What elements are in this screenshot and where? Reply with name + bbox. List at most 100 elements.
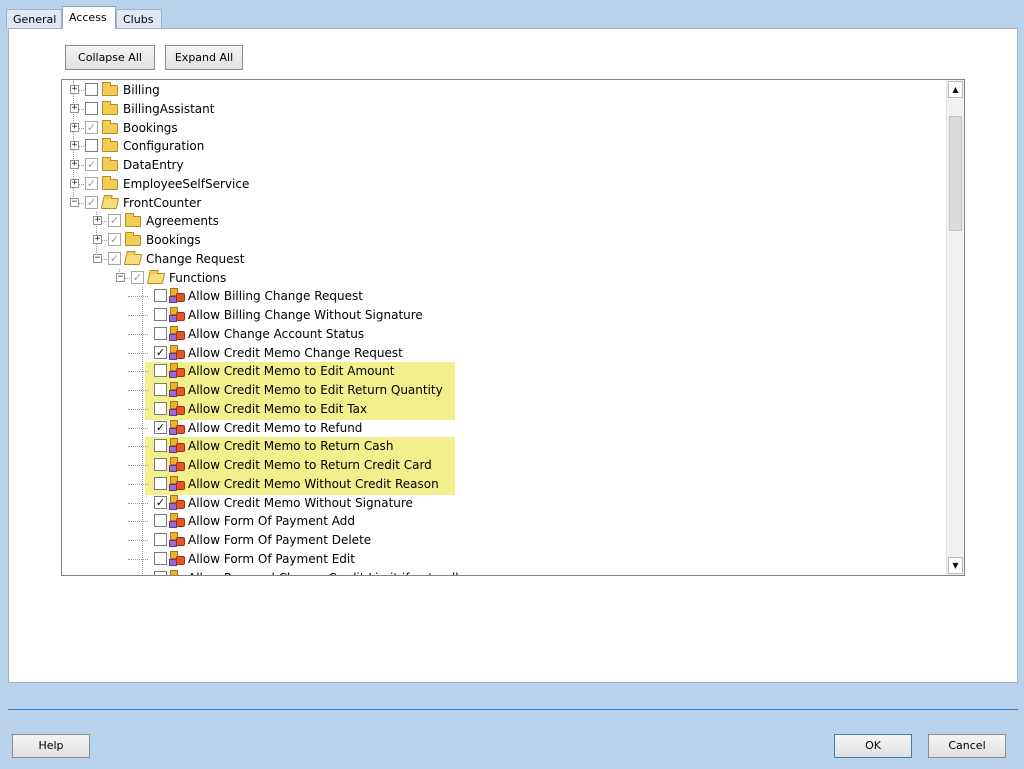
tree-function-row[interactable]: Allow Form Of Payment Delete <box>62 531 942 549</box>
expand-plus-icon[interactable]: + <box>70 122 79 132</box>
function-icon <box>169 307 186 323</box>
permission-checkbox[interactable] <box>154 401 167 415</box>
tree-function-row[interactable]: Allow Credit Memo to Return Cash <box>62 437 942 455</box>
permission-checkbox[interactable] <box>154 551 167 565</box>
help-button[interactable]: Help <box>12 734 90 758</box>
tree-function-row[interactable]: Allow Change Account Status <box>62 325 942 343</box>
expand-all-button[interactable]: Expand All <box>165 45 243 70</box>
tree-function-row[interactable]: ✓ Allow Credit Memo Without Signature <box>62 494 942 512</box>
cancel-button[interactable]: Cancel <box>928 734 1006 758</box>
scroll-down-icon[interactable]: ▼ <box>948 557 963 574</box>
permission-checkbox[interactable] <box>154 570 167 575</box>
permission-checkbox[interactable] <box>154 289 167 303</box>
scroll-up-icon[interactable]: ▲ <box>948 81 963 98</box>
function-icon <box>169 419 186 436</box>
folder-icon <box>102 157 118 171</box>
tree-folder-row[interactable]: − ✓ Functions <box>62 269 942 287</box>
tab-access[interactable]: Access <box>62 6 116 29</box>
permission-checkbox[interactable] <box>154 458 167 471</box>
tree-function-row[interactable]: Allow Form Of Payment Add <box>62 512 942 530</box>
permission-checkbox[interactable] <box>154 533 167 546</box>
expand-plus-icon[interactable]: + <box>93 216 102 226</box>
tree-function-row[interactable]: Allow Personal Change Credit Limit if no… <box>62 569 942 575</box>
folder-open-icon <box>123 253 143 265</box>
tree-folder-row[interactable]: + Billing <box>62 81 942 99</box>
permission-checkbox[interactable] <box>85 83 98 96</box>
tree-item-label: Allow Credit Memo to Return Credit Card <box>188 458 432 472</box>
scroll-thumb[interactable] <box>949 116 962 231</box>
permissions-tree[interactable]: + Billing + BillingAssistant + ✓ Bookings + Conf… <box>61 79 965 576</box>
folder-icon <box>102 175 118 190</box>
tree-item-label: Configuration <box>123 139 205 154</box>
tree-function-row[interactable]: Allow Credit Memo to Edit Return Quantit… <box>62 381 942 399</box>
expand-plus-icon[interactable]: + <box>70 160 79 169</box>
permission-checkbox[interactable]: ✓ <box>108 233 121 246</box>
permission-checkbox[interactable] <box>154 514 167 528</box>
expand-plus-icon[interactable]: + <box>70 178 79 188</box>
permission-checkbox[interactable]: ✓ <box>108 251 121 265</box>
permission-checkbox[interactable]: ✓ <box>154 495 167 509</box>
permission-checkbox[interactable]: ✓ <box>85 176 98 190</box>
expand-plus-icon[interactable]: + <box>70 103 79 113</box>
tree-item-label: Functions <box>169 270 227 285</box>
permission-checkbox[interactable] <box>154 364 167 378</box>
tree-folder-row[interactable]: − ✓ Change Request <box>62 250 942 268</box>
tree-function-row[interactable]: Allow Billing Change Without Signature <box>62 306 942 324</box>
tree-folder-row[interactable]: − ✓ FrontCounter <box>62 194 942 212</box>
tree-item-label: Allow Form Of Payment Add <box>188 514 355 529</box>
tree-item-label: FrontCounter <box>123 195 202 210</box>
permission-checkbox[interactable] <box>85 101 98 115</box>
function-icon <box>169 532 186 548</box>
tree-function-row[interactable]: Allow Credit Memo to Return Credit Card <box>62 456 942 474</box>
tree-function-row[interactable]: ✓ Allow Credit Memo to Refund <box>62 419 942 437</box>
tab-access-label: Access <box>69 11 107 24</box>
tree-item-label: Bookings <box>146 233 201 247</box>
tree-item-label: Change Request <box>146 251 245 266</box>
permission-checkbox[interactable]: ✓ <box>85 158 98 171</box>
permission-checkbox[interactable]: ✓ <box>131 270 144 284</box>
tree-function-row[interactable]: Allow Credit Memo to Edit Tax <box>62 400 942 418</box>
collapse-minus-icon[interactable]: − <box>70 197 79 207</box>
tree-folder-row[interactable]: + ✓ Agreements <box>62 212 942 230</box>
expand-plus-icon[interactable]: + <box>70 85 79 94</box>
tree-folder-row[interactable]: + Configuration <box>62 137 942 155</box>
tree-connector-line <box>128 483 148 485</box>
permission-checkbox[interactable]: ✓ <box>108 214 121 228</box>
tree-connector-line <box>128 558 148 560</box>
tree-item-label: Allow Billing Change Without Signature <box>188 308 423 322</box>
vertical-scrollbar[interactable]: ▲ ▼ <box>946 80 964 575</box>
permission-checkbox[interactable] <box>154 326 167 340</box>
tree-function-row[interactable]: Allow Credit Memo to Edit Amount <box>62 362 942 380</box>
folder-icon <box>125 232 141 246</box>
collapse-minus-icon[interactable]: − <box>93 253 102 263</box>
expand-plus-icon[interactable]: + <box>70 141 79 151</box>
tree-function-row[interactable]: Allow Form Of Payment Edit <box>62 550 942 568</box>
permission-checkbox[interactable] <box>154 383 167 396</box>
permission-checkbox[interactable] <box>85 139 98 153</box>
tab-clubs[interactable]: Clubs <box>116 9 162 28</box>
permission-checkbox[interactable]: ✓ <box>85 120 98 134</box>
expand-plus-icon[interactable]: + <box>93 235 102 244</box>
permission-checkbox[interactable] <box>154 308 167 321</box>
tree-folder-row[interactable]: + ✓ EmployeeSelfService <box>62 175 942 193</box>
collapse-minus-icon[interactable]: − <box>116 272 125 282</box>
tree-folder-row[interactable]: + BillingAssistant <box>62 100 942 118</box>
tree-folder-row[interactable]: + ✓ DataEntry <box>62 156 942 174</box>
ok-button[interactable]: OK <box>834 734 912 758</box>
tree-folder-row[interactable]: + ✓ Bookings <box>62 231 942 249</box>
permission-checkbox[interactable]: ✓ <box>85 195 98 209</box>
permission-checkbox[interactable] <box>154 439 167 453</box>
permission-checkbox[interactable]: ✓ <box>154 420 167 434</box>
tree-function-row[interactable]: ✓ Allow Credit Memo Change Request <box>62 344 942 362</box>
tree-item-label: Allow Credit Memo to Edit Tax <box>188 401 368 416</box>
tree-function-row[interactable]: Allow Credit Memo Without Credit Reason <box>62 475 942 493</box>
collapse-all-button[interactable]: Collapse All <box>65 45 155 70</box>
tree-connector-line <box>79 146 84 148</box>
tree-function-row[interactable]: Allow Billing Change Request <box>62 287 942 305</box>
tree-item-label: Allow Credit Memo Change Request <box>188 345 403 360</box>
permission-checkbox[interactable] <box>154 476 167 490</box>
tree-folder-row[interactable]: + ✓ Bookings <box>62 119 942 137</box>
permission-checkbox[interactable]: ✓ <box>154 345 167 359</box>
tab-general[interactable]: General <box>6 9 62 28</box>
tab-clubs-label: Clubs <box>123 13 154 26</box>
